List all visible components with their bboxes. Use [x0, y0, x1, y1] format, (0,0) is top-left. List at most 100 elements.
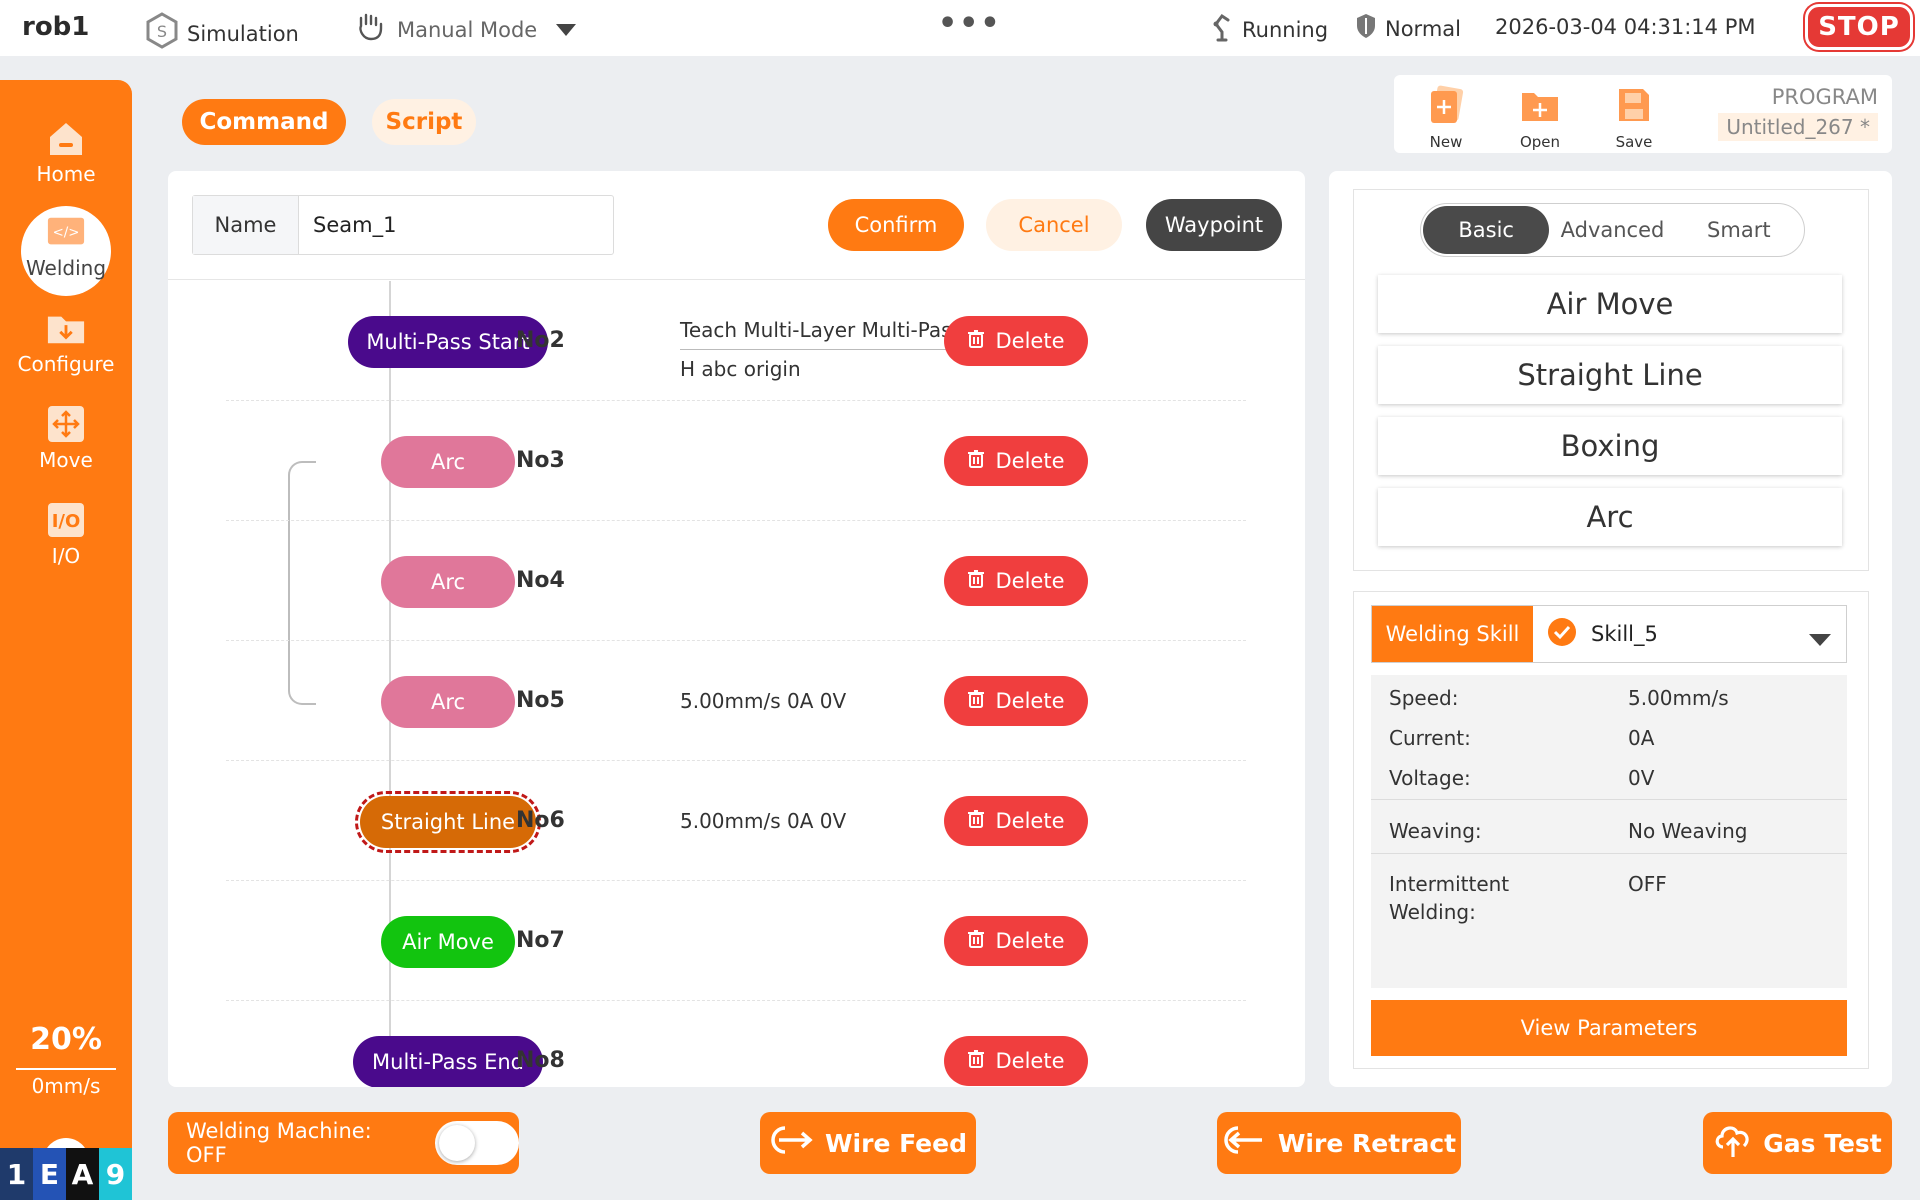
robot-name[interactable]: rob1	[22, 12, 89, 42]
tab-advanced[interactable]: Advanced	[1549, 206, 1675, 254]
motion-palette: Basic Advanced Smart Air Move Straight L…	[1353, 189, 1869, 571]
param-value: OFF	[1628, 872, 1667, 896]
sidebar-item-welding[interactable]: </> Welding	[0, 206, 132, 296]
delete-button[interactable]: Delete	[944, 1036, 1088, 1086]
gas-test-label: Gas Test	[1763, 1128, 1882, 1158]
sidebar-item-label: Home	[36, 162, 96, 186]
name-input[interactable]: Seam_1	[299, 196, 613, 254]
speed-percent[interactable]: 20%	[0, 1022, 132, 1057]
selected-skill: Skill_5	[1591, 622, 1658, 646]
simulation-label: Simulation	[187, 21, 299, 46]
stop-button[interactable]: STOP	[1805, 4, 1913, 50]
welding-skill-panel: Welding Skill Skill_5 Speed: 5.00mm/s Cu…	[1353, 591, 1869, 1069]
chevron-down-icon	[555, 18, 577, 42]
logo-letter: 1	[0, 1148, 33, 1200]
more-menu-button[interactable]: •••	[938, 6, 1002, 41]
sidebar-item-move[interactable]: Move	[0, 404, 132, 472]
param-label: Intermittent	[1389, 872, 1510, 896]
row-info-line: Teach Multi-Layer Multi-Pass_1	[680, 311, 987, 350]
command-row: Multi-Pass Start No2 Teach Multi-Layer M…	[226, 281, 1246, 401]
delete-button[interactable]: Delete	[944, 916, 1088, 966]
straight-line-button[interactable]: Straight Line	[1378, 346, 1842, 404]
name-field[interactable]: Name Seam_1	[192, 195, 614, 255]
delete-label: Delete	[995, 449, 1065, 473]
command-row: Straight Line No6 5.00mm/s 0A 0V Delete	[226, 761, 1246, 881]
view-parameters-button[interactable]: View Parameters	[1371, 1000, 1847, 1056]
trash-icon	[967, 929, 984, 953]
home-icon	[46, 118, 86, 158]
row-info: Teach Multi-Layer Multi-Pass_1 H abc ori…	[680, 311, 987, 388]
gas-test-button[interactable]: Gas Test	[1703, 1112, 1892, 1174]
tab-command[interactable]: Command	[182, 99, 346, 145]
open-label: Open	[1519, 133, 1561, 151]
sidebar-item-io[interactable]: I/O I/O	[0, 500, 132, 568]
trash-icon	[967, 329, 984, 353]
wire-feed-icon	[769, 1124, 815, 1162]
delete-button[interactable]: Delete	[944, 796, 1088, 846]
arc-node[interactable]: Arc	[381, 436, 515, 488]
open-folder-icon	[1520, 85, 1560, 129]
divider	[168, 279, 1305, 280]
save-button[interactable]: Save	[1604, 85, 1664, 151]
row-info: 5.00mm/s 0A 0V	[680, 809, 847, 833]
divider	[1371, 799, 1847, 800]
top-bar: rob1 S Simulation Manual Mode ••• Runnin…	[0, 0, 1920, 56]
welding-code-icon: </>	[46, 212, 86, 252]
welding-machine-toggle[interactable]: Welding Machine: OFF	[168, 1112, 519, 1174]
logo-letter: 9	[99, 1148, 132, 1200]
check-circle-icon	[1547, 617, 1577, 652]
waypoint-button[interactable]: Waypoint	[1146, 199, 1282, 251]
command-row: Arc No5 5.00mm/s 0A 0V Delete	[226, 641, 1246, 761]
straight-line-node-selected[interactable]: Straight Line	[355, 791, 541, 853]
robot-arm-icon	[1210, 12, 1234, 47]
save-icon	[1615, 85, 1653, 129]
tab-script[interactable]: Script	[372, 99, 476, 145]
open-button[interactable]: Open	[1510, 85, 1570, 151]
command-row: Arc No3 Delete	[226, 401, 1246, 521]
row-info-line: H abc origin	[680, 357, 801, 381]
delete-button[interactable]: Delete	[944, 676, 1088, 726]
sidebar-item-home[interactable]: Home	[0, 118, 132, 186]
trash-icon	[967, 449, 984, 473]
cancel-button[interactable]: Cancel	[986, 199, 1122, 251]
row-number: No3	[516, 448, 565, 473]
param-label: Welding:	[1389, 900, 1476, 924]
new-button[interactable]: New	[1416, 85, 1476, 151]
tab-basic[interactable]: Basic	[1423, 206, 1550, 254]
command-row: Multi-Pass End No8 Delete	[226, 1001, 1246, 1087]
mode-dropdown[interactable]: Manual Mode	[355, 12, 577, 47]
tab-smart[interactable]: Smart	[1676, 206, 1802, 254]
delete-button[interactable]: Delete	[944, 556, 1088, 606]
wire-feed-button[interactable]: Wire Feed	[760, 1112, 976, 1174]
delete-button[interactable]: Delete	[944, 436, 1088, 486]
delete-button[interactable]: Delete	[944, 316, 1088, 366]
skill-select[interactable]: Skill_5	[1533, 606, 1846, 662]
skill-dropdown[interactable]: Welding Skill Skill_5	[1371, 605, 1847, 663]
simulation-indicator[interactable]: S Simulation	[145, 12, 299, 55]
trash-icon	[967, 569, 984, 593]
sidebar: Home </> Welding Configure Move I/O I/O …	[0, 80, 132, 1200]
air-move-node[interactable]: Air Move	[381, 916, 515, 968]
multi-pass-end-node[interactable]: Multi-Pass End	[353, 1036, 543, 1087]
arc-button[interactable]: Arc	[1378, 488, 1842, 546]
trash-icon	[967, 689, 984, 713]
air-move-button[interactable]: Air Move	[1378, 275, 1842, 333]
move-icon	[46, 404, 86, 444]
divider	[1371, 853, 1847, 854]
arc-node[interactable]: Arc	[381, 556, 515, 608]
wire-retract-button[interactable]: Wire Retract	[1217, 1112, 1461, 1174]
toggle-switch[interactable]	[435, 1121, 519, 1165]
param-value: 5.00mm/s	[1628, 686, 1729, 710]
boxing-button[interactable]: Boxing	[1378, 417, 1842, 475]
svg-text:</>: </>	[53, 226, 80, 241]
wire-retract-label: Wire Retract	[1277, 1128, 1457, 1158]
row-info: 5.00mm/s 0A 0V	[680, 689, 847, 713]
sidebar-item-configure[interactable]: Configure	[0, 308, 132, 376]
arc-node[interactable]: Arc	[381, 676, 515, 728]
param-label: Weaving:	[1389, 819, 1482, 843]
safety-status-label: Normal	[1385, 16, 1461, 41]
delete-label: Delete	[995, 809, 1065, 833]
confirm-button[interactable]: Confirm	[828, 199, 964, 251]
run-status: Running	[1210, 12, 1328, 47]
delete-label: Delete	[995, 1049, 1065, 1073]
